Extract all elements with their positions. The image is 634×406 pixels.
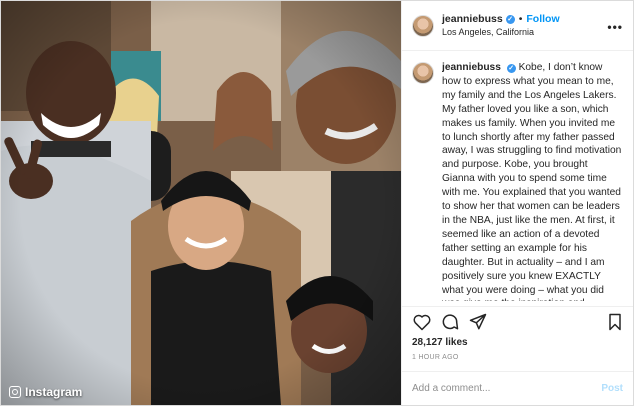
post-header: jeanniebuss ✓ • Follow Los Angeles, Cali… [402, 1, 633, 51]
location-link[interactable]: Los Angeles, California [442, 26, 560, 39]
bookmark-icon[interactable] [605, 312, 625, 332]
caption-verified-badge-icon: ✓ [506, 64, 516, 74]
comments-area[interactable]: jeanniebuss ✓ Kobe, I don’t know how to … [402, 51, 633, 307]
likes-count[interactable]: 28,127 likes [402, 337, 633, 351]
avatar[interactable] [412, 14, 434, 37]
follow-button[interactable]: Follow [526, 13, 559, 26]
header-names: jeanniebuss ✓ • Follow Los Angeles, Cali… [442, 13, 560, 39]
caption-body: Kobe, I don’t know how to express what y… [442, 62, 622, 301]
post-comment-button[interactable]: Post [601, 383, 623, 394]
action-bar [402, 307, 633, 337]
share-icon[interactable] [468, 312, 488, 332]
post-side-panel: jeanniebuss ✓ • Follow Los Angeles, Cali… [401, 1, 633, 405]
post-timestamp[interactable]: 1 HOUR AGO [402, 351, 633, 371]
verified-badge-icon: ✓ [505, 14, 515, 24]
caption-avatar[interactable] [412, 62, 434, 84]
instagram-watermark: Instagram [9, 385, 82, 399]
comment-icon[interactable] [440, 312, 460, 332]
camera-icon [9, 386, 21, 398]
add-comment-bar: Post [402, 371, 633, 405]
header-username[interactable]: jeanniebuss [442, 13, 503, 26]
caption-username[interactable]: jeanniebuss [442, 62, 501, 73]
caption: jeanniebuss ✓ Kobe, I don’t know how to … [412, 61, 623, 301]
header-top-row: jeanniebuss ✓ • Follow [442, 13, 560, 26]
caption-text-block: jeanniebuss ✓ Kobe, I don’t know how to … [442, 61, 623, 301]
watermark-label: Instagram [25, 385, 83, 399]
photo-illustration [1, 1, 401, 405]
more-options-icon[interactable]: ••• [607, 20, 623, 34]
post-photo[interactable]: Instagram [1, 1, 401, 405]
instagram-post: Instagram jeanniebuss ✓ • Follow Los Ang… [0, 0, 634, 406]
heart-icon[interactable] [412, 312, 432, 332]
comment-input[interactable] [412, 383, 572, 394]
separator-dot: • [518, 12, 523, 25]
